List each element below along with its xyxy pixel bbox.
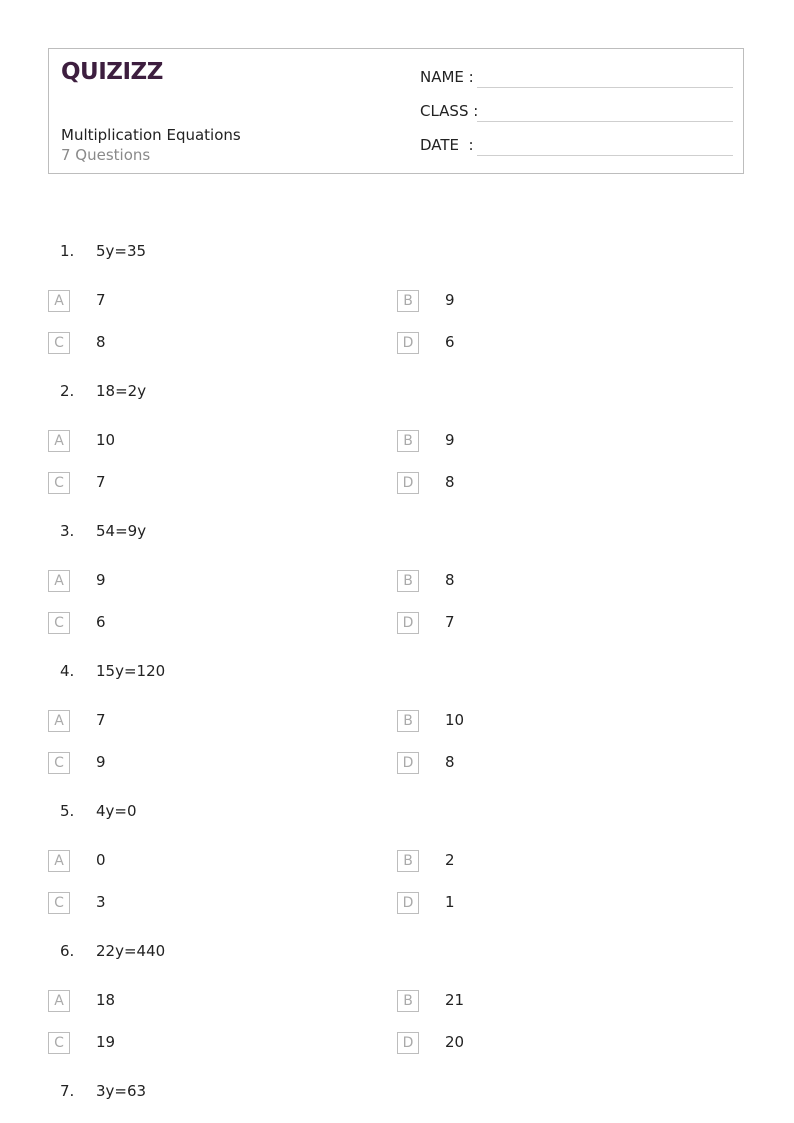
option-value: 19 <box>96 1033 116 1051</box>
option-value: 6 <box>445 333 455 351</box>
option-letter-box[interactable]: A <box>48 290 70 312</box>
option-value: 8 <box>445 473 455 491</box>
question-text: 4y=0 <box>96 802 137 820</box>
option-letter-box[interactable]: D <box>397 1032 419 1054</box>
name-label: NAME : <box>420 68 474 86</box>
option-value: 9 <box>445 431 455 449</box>
option-letter-box[interactable]: D <box>397 892 419 914</box>
option-value: 20 <box>445 1033 465 1051</box>
option-value: 6 <box>96 613 106 631</box>
question-number: 2. <box>60 382 75 400</box>
option-value: 10 <box>445 711 465 729</box>
option-letter-box[interactable]: C <box>48 892 70 914</box>
option-value: 8 <box>445 571 455 589</box>
date-line[interactable] <box>477 155 733 156</box>
option-letter-box[interactable]: B <box>397 570 419 592</box>
option-value: 8 <box>445 753 455 771</box>
option-value: 9 <box>96 753 106 771</box>
option-letter-box[interactable]: D <box>397 752 419 774</box>
question-number: 1. <box>60 242 75 260</box>
name-field[interactable]: NAME : <box>420 68 733 90</box>
option-letter-box[interactable]: B <box>397 290 419 312</box>
option-letter-box[interactable]: A <box>48 430 70 452</box>
question-number: 3. <box>60 522 75 540</box>
quizizz-logo: QUIZIZZ <box>61 59 163 85</box>
option-letter-box[interactable]: B <box>397 850 419 872</box>
class-label: CLASS : <box>420 102 479 120</box>
question-text: 15y=120 <box>96 662 166 680</box>
question-text: 54=9y <box>96 522 147 540</box>
question-text: 22y=440 <box>96 942 166 960</box>
option-letter-box[interactable]: C <box>48 612 70 634</box>
option-letter-box[interactable]: C <box>48 752 70 774</box>
date-field[interactable]: DATE : <box>420 136 733 158</box>
option-value: 7 <box>96 473 106 491</box>
option-value: 0 <box>96 851 106 869</box>
name-line[interactable] <box>477 87 733 88</box>
option-value: 9 <box>96 571 106 589</box>
worksheet-title: Multiplication Equations <box>61 126 241 144</box>
option-letter-box[interactable]: B <box>397 710 419 732</box>
option-value: 2 <box>445 851 455 869</box>
option-letter-box[interactable]: A <box>48 990 70 1012</box>
question-text: 3y=63 <box>96 1082 147 1100</box>
option-letter-box[interactable]: C <box>48 472 70 494</box>
option-letter-box[interactable]: A <box>48 570 70 592</box>
option-value: 7 <box>96 291 106 309</box>
option-value: 3 <box>96 893 106 911</box>
option-value: 10 <box>96 431 116 449</box>
option-value: 8 <box>96 333 106 351</box>
option-value: 1 <box>445 893 455 911</box>
option-letter-box[interactable]: A <box>48 710 70 732</box>
question-number: 6. <box>60 942 75 960</box>
option-letter-box[interactable]: C <box>48 1032 70 1054</box>
option-letter-box[interactable]: D <box>397 612 419 634</box>
date-label: DATE : <box>420 136 474 154</box>
question-number: 7. <box>60 1082 75 1100</box>
question-number: 5. <box>60 802 75 820</box>
option-letter-box[interactable]: C <box>48 332 70 354</box>
option-value: 7 <box>96 711 106 729</box>
option-letter-box[interactable]: A <box>48 850 70 872</box>
question-text: 18=2y <box>96 382 147 400</box>
option-letter-box[interactable]: D <box>397 332 419 354</box>
question-text: 5y=35 <box>96 242 147 260</box>
option-value: 9 <box>445 291 455 309</box>
question-number: 4. <box>60 662 75 680</box>
class-field[interactable]: CLASS : <box>420 102 733 124</box>
option-letter-box[interactable]: D <box>397 472 419 494</box>
option-value: 7 <box>445 613 455 631</box>
option-letter-box[interactable]: B <box>397 990 419 1012</box>
option-value: 21 <box>445 991 465 1009</box>
option-letter-box[interactable]: B <box>397 430 419 452</box>
class-line[interactable] <box>477 121 733 122</box>
worksheet-header: QUIZIZZ Multiplication Equations 7 Quest… <box>48 48 744 174</box>
option-value: 18 <box>96 991 116 1009</box>
question-count: 7 Questions <box>61 146 151 164</box>
